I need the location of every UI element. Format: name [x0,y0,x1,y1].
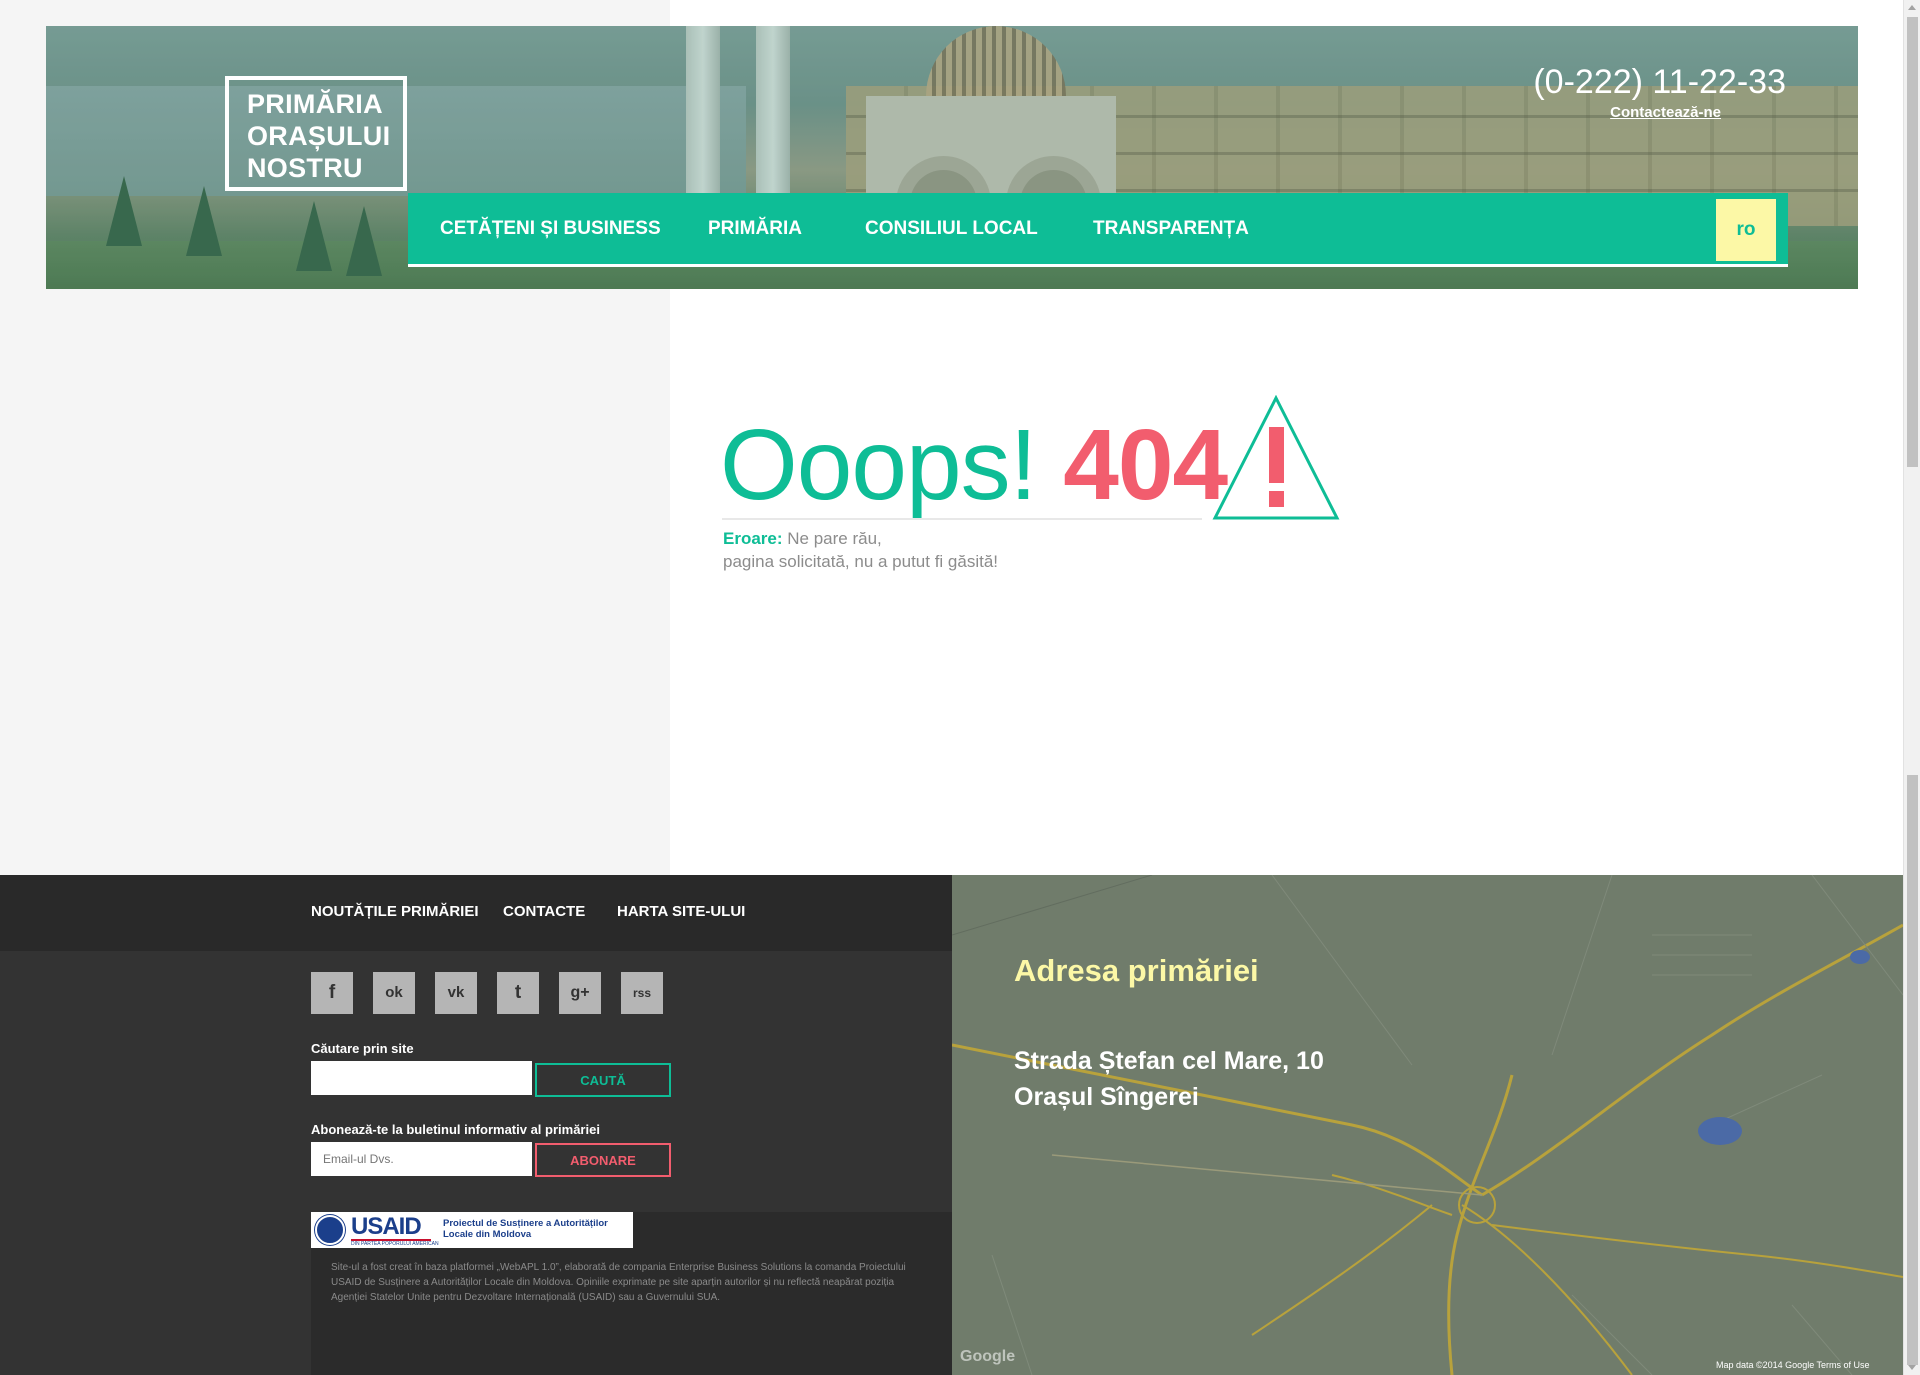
usaid-tagline: DIN PARTEA POPORULUI AMERICAN [351,1241,439,1247]
email-field[interactable] [311,1142,532,1176]
logo-line: ORAȘULUI [247,121,391,151]
nav-item-cetateni[interactable]: CETĂȚENI ȘI BUSINESS [440,218,661,240]
scroll-thumb[interactable] [1907,17,1918,467]
error-code: 404 [1063,409,1228,521]
footer-link-contacte[interactable]: CONTACTE [503,903,585,920]
map-credit[interactable]: Map data ©2014 Google Terms of Use [1716,1360,1870,1370]
twitter-icon[interactable]: t [497,972,539,1014]
footer-link-harta[interactable]: HARTA SITE-ULUI [617,903,745,920]
rss-icon[interactable]: rss [621,972,663,1014]
nav-item-primaria[interactable]: PRIMĂRIA [708,218,802,240]
scroll-up-icon[interactable] [1908,5,1916,10]
footer-nav: NOUTĂȚILE PRIMĂRIEI CONTACTE HARTA SITE-… [0,875,952,951]
error-message: Eroare: Ne pare rău, pagina solicitată, … [723,527,998,573]
usaid-seal-icon [315,1215,345,1245]
usaid-logo[interactable]: USAID DIN PARTEA POPORULUI AMERICAN Proi… [311,1212,633,1248]
facebook-icon[interactable]: f [311,972,353,1014]
address-street: Strada Ștefan cel Mare, 10 [1014,1047,1324,1075]
logo-line: NOSTRU [247,153,363,183]
map-address: Strada Ștefan cel Mare, 10 Orașul Sînger… [1014,1043,1324,1115]
error-heading: Ooops! 404 [720,405,1228,525]
site-logo[interactable]: PRIMĂRIA ORAȘULUI NOSTRU [225,76,407,191]
phone-number: (0-222) 11-22-33 [1533,63,1786,101]
google-plus-icon[interactable]: g+ [559,972,601,1014]
nav-item-consiliul[interactable]: CONSILIUL LOCAL [865,218,1038,240]
vk-icon[interactable]: vk [435,972,477,1014]
usaid-project-name: Proiectul de Susținere a Autorităților L… [443,1218,608,1240]
error-label: Eroare: [723,529,783,548]
scroll-thumb[interactable] [1907,775,1918,1365]
subscribe-button[interactable]: ABONARE [535,1143,671,1177]
search-button[interactable]: CAUTĂ [535,1063,671,1097]
address-city: Orașul Sîngerei [1014,1083,1199,1111]
address-map[interactable] [952,875,1903,1375]
subscribe-label: Abonează-te la buletinul informativ al p… [311,1122,600,1137]
google-logo: Google [960,1348,1016,1365]
error-line2: pagina solicitată, nu a putut fi găsită! [723,552,999,571]
search-label: Căutare prin site [311,1041,414,1056]
map-title: Adresa primăriei [1014,953,1259,988]
heading-underline [722,518,1202,520]
page-scrollbar[interactable] [1903,0,1920,1375]
footer-link-noutati[interactable]: NOUTĂȚILE PRIMĂRIEI [311,903,479,920]
error-line1: Ne pare rău, [787,529,882,548]
logo-line: PRIMĂRIA [247,89,383,119]
search-input[interactable] [311,1061,532,1095]
nav-item-transparenta[interactable]: TRANSPARENȚA [1093,218,1249,240]
contact-link[interactable]: Contactează-ne [1610,104,1721,121]
oops-text: Ooops! [720,409,1037,521]
odnoklassniki-icon[interactable]: ok [373,972,415,1014]
warning-triangle-icon [1212,395,1340,520]
usaid-wordmark: USAID [351,1213,422,1240]
map-roads [952,875,1903,1375]
language-switcher[interactable]: ro [1716,199,1776,261]
disclaimer-text: Site-ul a fost creat în baza platformei … [331,1262,906,1303]
main-nav: CETĂȚENI ȘI BUSINESS PRIMĂRIA CONSILIUL … [408,193,1788,267]
scroll-down-icon[interactable] [1908,1365,1916,1370]
